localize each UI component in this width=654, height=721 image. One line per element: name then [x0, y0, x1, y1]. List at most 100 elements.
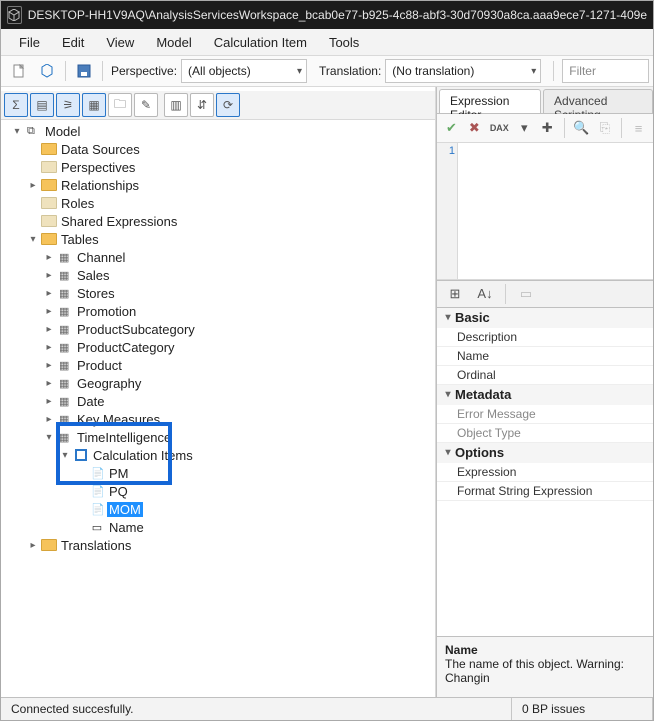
- main-menu: File Edit View Model Calculation Item To…: [1, 29, 653, 56]
- expand-model-icon[interactable]: ▾: [11, 126, 23, 137]
- tree-table-geography[interactable]: Geography: [75, 376, 143, 391]
- save-button[interactable]: [72, 59, 96, 83]
- view-refresh-icon[interactable]: ⟳: [216, 93, 240, 117]
- table-icon: [57, 286, 73, 300]
- properties-toolbar: ⊞ A↓ ▭: [437, 280, 653, 308]
- comment-icon[interactable]: ⎘: [597, 116, 614, 140]
- prop-ordinal[interactable]: Ordinal: [437, 368, 496, 382]
- table-icon: [57, 250, 73, 264]
- new-button[interactable]: [7, 59, 31, 83]
- filter-input[interactable]: Filter: [562, 59, 649, 83]
- tree-tables[interactable]: Tables: [59, 232, 101, 247]
- expand-relationships-icon[interactable]: ▸: [27, 180, 39, 191]
- folder-icon: [41, 538, 57, 552]
- menu-file[interactable]: File: [9, 31, 50, 54]
- propcat-options[interactable]: Options: [455, 445, 504, 460]
- view-columns-icon[interactable]: ▥: [164, 93, 188, 117]
- tree-calcitem-name[interactable]: Name: [107, 520, 146, 535]
- tree-table-promotion[interactable]: Promotion: [75, 304, 138, 319]
- tree-model[interactable]: Model: [43, 124, 82, 139]
- column-icon: ▭: [89, 520, 105, 534]
- view-tables-icon[interactable]: ▦: [82, 93, 106, 117]
- prop-description[interactable]: Description: [437, 330, 517, 344]
- deploy-button[interactable]: [35, 59, 59, 83]
- view-hierarchy-icon[interactable]: ⚞: [56, 93, 80, 117]
- folder-icon: [41, 160, 57, 174]
- expand-timeintel-icon[interactable]: ▾: [43, 432, 55, 443]
- tree-view-toolbar: Σ ▤ ⚞ ▦ 🗀 ✎ ▥ ⇵ ⟳: [1, 91, 435, 120]
- tree-table-channel[interactable]: Channel: [75, 250, 127, 265]
- perspective-dropdown[interactable]: (All objects): [181, 59, 307, 83]
- tree-calculation-items[interactable]: Calculation Items: [91, 448, 195, 463]
- tab-advanced-scripting[interactable]: Advanced Scripting: [543, 89, 653, 113]
- tree-calcitem-mom[interactable]: MOM: [107, 502, 143, 517]
- view-list-icon[interactable]: ▤: [30, 93, 54, 117]
- translation-dropdown[interactable]: (No translation): [385, 59, 541, 83]
- prop-expression[interactable]: Expression: [437, 465, 516, 479]
- tree-table-timeintelligence[interactable]: TimeIntelligence: [75, 430, 173, 445]
- tree-data-sources[interactable]: Data Sources: [59, 142, 142, 157]
- categorized-view-icon[interactable]: ⊞: [443, 282, 467, 306]
- menu-model[interactable]: Model: [146, 31, 201, 54]
- folder-icon: [41, 214, 57, 228]
- indent-icon[interactable]: ≡: [630, 116, 647, 140]
- expression-editor-textarea[interactable]: [458, 143, 653, 279]
- expand-calcitems-icon[interactable]: ▾: [59, 450, 71, 461]
- calc-item-icon: [89, 502, 105, 516]
- insert-icon[interactable]: ✚: [539, 116, 556, 140]
- tree-table-sales[interactable]: Sales: [75, 268, 112, 283]
- tree-table-stores[interactable]: Stores: [75, 286, 117, 301]
- expand-tables-icon[interactable]: ▾: [27, 234, 39, 245]
- accept-icon[interactable]: ✔: [443, 116, 460, 140]
- prop-name[interactable]: Name: [437, 349, 489, 363]
- table-icon: [57, 430, 73, 444]
- view-folders-icon[interactable]: 🗀: [108, 93, 132, 117]
- tree-table-productcategory[interactable]: ProductCategory: [75, 340, 177, 355]
- menu-tools[interactable]: Tools: [319, 31, 369, 54]
- tree-calcitem-pq[interactable]: PQ: [107, 484, 130, 499]
- table-icon: [57, 322, 73, 336]
- table-icon: [57, 304, 73, 318]
- expand-translations-icon[interactable]: ▸: [27, 540, 39, 551]
- tree-relationships[interactable]: Relationships: [59, 178, 141, 193]
- tree-calcitem-pm[interactable]: PM: [107, 466, 131, 481]
- folder-icon: [41, 196, 57, 210]
- propcat-metadata[interactable]: Metadata: [455, 387, 511, 402]
- tree-perspectives[interactable]: Perspectives: [59, 160, 137, 175]
- tree-table-date[interactable]: Date: [75, 394, 106, 409]
- alpha-sort-icon[interactable]: A↓: [473, 282, 497, 306]
- tree-roles[interactable]: Roles: [59, 196, 96, 211]
- property-description-panel: Name The name of this object. Warning: C…: [437, 636, 653, 697]
- menu-calculation-item[interactable]: Calculation Item: [204, 31, 317, 54]
- folder-icon: [41, 178, 57, 192]
- property-pages-icon[interactable]: ▭: [514, 282, 538, 306]
- status-connection: Connected succesfully.: [1, 698, 512, 720]
- editor-toolbar: ✔ ✖ DAX ▾ ✚ 🔍 ⎘ ≡: [437, 114, 653, 143]
- cancel-icon[interactable]: ✖: [466, 116, 483, 140]
- tree-table-product[interactable]: Product: [75, 358, 124, 373]
- properties-grid: ▾Basic Description Name Ordinal ▾Metadat…: [437, 308, 653, 501]
- folder-icon: [41, 142, 57, 156]
- window-titlebar: DESKTOP-HH1V9AQ\AnalysisServicesWorkspac…: [1, 1, 653, 29]
- view-sort-icon[interactable]: ⇵: [190, 93, 214, 117]
- tab-expression-editor[interactable]: Expression Editor: [439, 89, 541, 113]
- prop-error-message[interactable]: Error Message: [437, 407, 536, 421]
- tree-table-productsubcategory[interactable]: ProductSubcategory: [75, 322, 197, 337]
- menu-edit[interactable]: Edit: [52, 31, 94, 54]
- prop-format-string-expression[interactable]: Format String Expression: [437, 484, 592, 498]
- translation-label: Translation:: [319, 64, 381, 78]
- find-icon[interactable]: 🔍: [572, 116, 590, 140]
- tree-table-keymeasures[interactable]: Key Measures: [75, 412, 162, 427]
- app-cube-icon: [7, 6, 22, 24]
- tree-shared-expressions[interactable]: Shared Expressions: [59, 214, 179, 229]
- menu-view[interactable]: View: [96, 31, 144, 54]
- view-script-icon[interactable]: ✎: [134, 93, 158, 117]
- status-bp-issues[interactable]: 0 BP issues: [512, 698, 653, 720]
- dropdown-icon[interactable]: ▾: [516, 116, 533, 140]
- propcat-basic[interactable]: Basic: [455, 310, 490, 325]
- prop-object-type[interactable]: Object Type: [437, 426, 521, 440]
- model-tree-panel: Σ ▤ ⚞ ▦ 🗀 ✎ ▥ ⇵ ⟳ ▾ Model Data Sources Pe…: [1, 87, 436, 697]
- dax-format-button[interactable]: DAX: [489, 116, 510, 140]
- tree-translations[interactable]: Translations: [59, 538, 133, 553]
- view-summary-icon[interactable]: Σ: [4, 93, 28, 117]
